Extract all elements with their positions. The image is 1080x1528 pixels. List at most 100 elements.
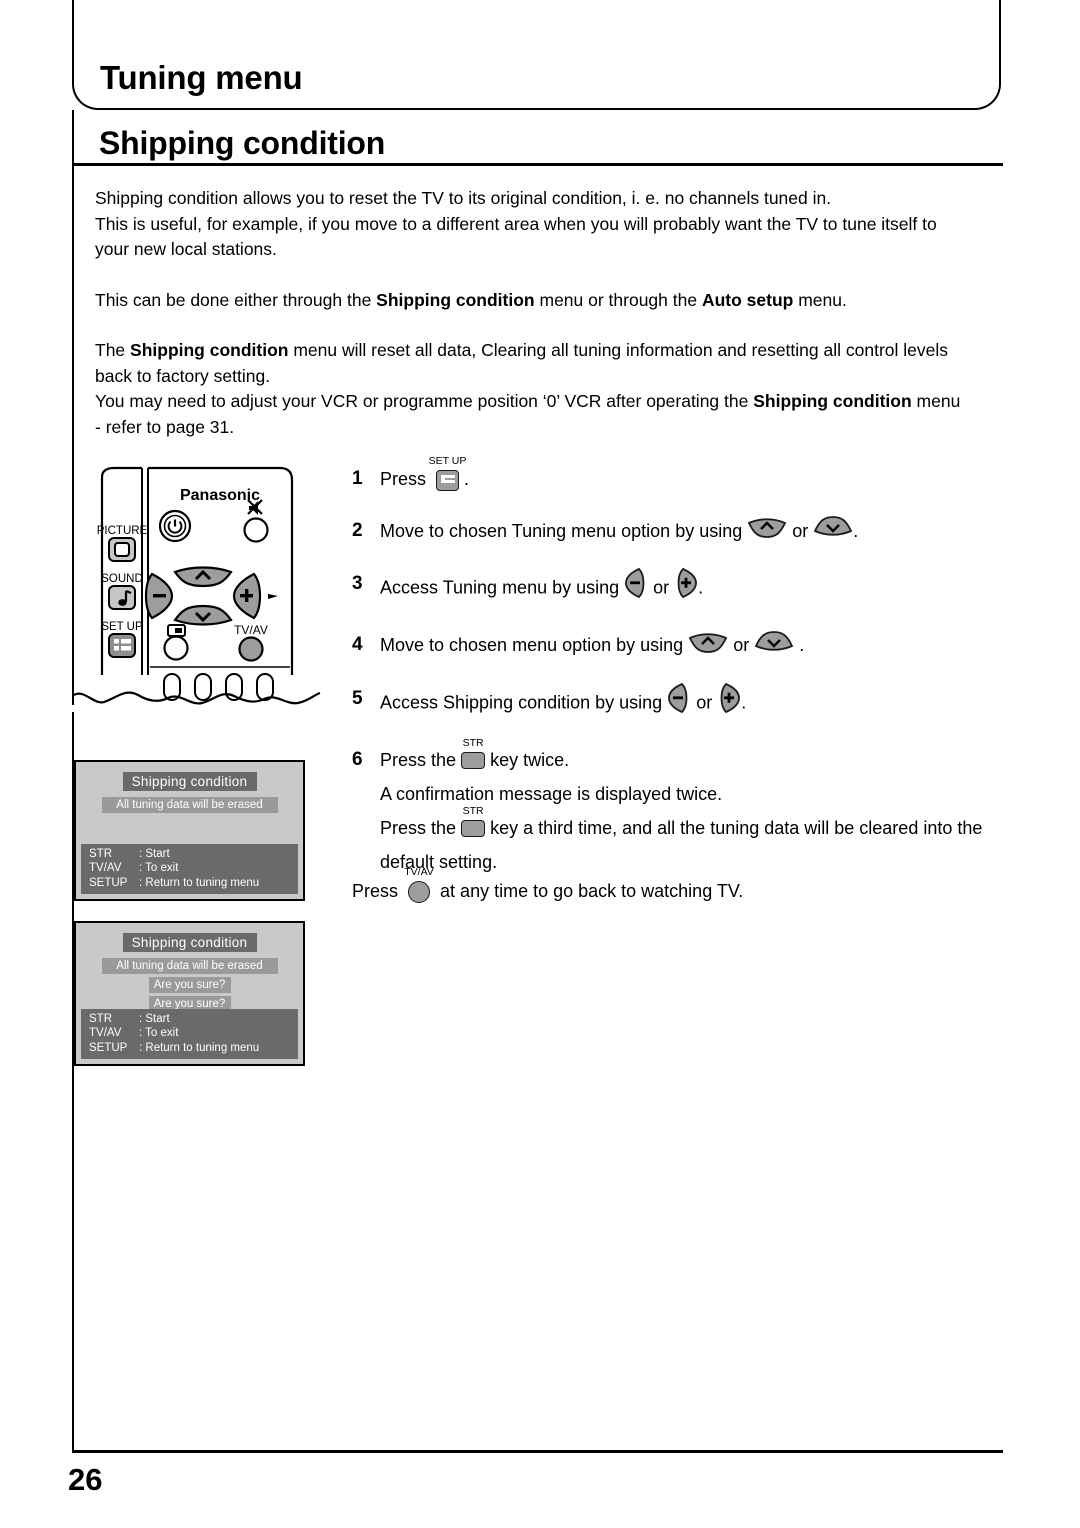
step-4-line: Move to chosen menu option by using or . bbox=[380, 628, 1017, 663]
plus-button-icon bbox=[717, 682, 741, 725]
tail-note: Press TV/AV at any time to go back to wa… bbox=[352, 867, 744, 908]
osd2-footer-value: : To exit bbox=[139, 1027, 179, 1039]
para2-post-text: menu. bbox=[793, 289, 847, 310]
remote-tvav-label: TV/AV bbox=[234, 623, 268, 637]
setup-button-icon bbox=[436, 469, 460, 491]
footer-rule bbox=[72, 1450, 1003, 1453]
intro-paragraph-2: This can be done either through the Ship… bbox=[95, 288, 1010, 314]
remote-setup-label: SET UP bbox=[101, 621, 143, 633]
str-button-icon bbox=[461, 820, 486, 838]
osd2-footer-value: : Start bbox=[139, 1012, 170, 1025]
step-5: 5 Access Shipping condition by using or … bbox=[352, 682, 1017, 725]
osd2-footer-key: TV/AV bbox=[89, 1027, 122, 1039]
osd2-footer-row: SETUP : Return to tuning menu bbox=[89, 1041, 298, 1056]
step-6-number: 6 bbox=[352, 748, 363, 770]
osd2-inner: Shipping condition All tuning data will … bbox=[76, 923, 303, 1064]
step-2-number: 2 bbox=[352, 520, 363, 541]
osd1-footer-row: SETUP : Return to tuning menu bbox=[89, 876, 298, 891]
tvav-button-icon bbox=[408, 881, 431, 904]
step-1-pre-text: Press bbox=[380, 469, 427, 489]
down-arrow-button-icon bbox=[813, 515, 853, 549]
para4-post-text: menu bbox=[911, 391, 961, 411]
intro-paragraph-3: The Shipping condition menu will reset a… bbox=[95, 338, 1010, 364]
step-4-number: 4 bbox=[352, 634, 363, 656]
step-4: 4 Move to chosen menu option by using or… bbox=[352, 628, 1017, 663]
step-2: 2 Move to chosen Tuning menu option by u… bbox=[352, 514, 1017, 549]
chapter-title: Tuning menu bbox=[100, 59, 303, 96]
para3-bold-shipping-condition: Shipping condition bbox=[130, 340, 289, 360]
intro-paragraph-4: You may need to adjust your VCR or progr… bbox=[95, 389, 1010, 415]
str-key-caption: STR bbox=[462, 805, 484, 818]
osd2-footer-key: STR bbox=[89, 1012, 112, 1025]
section-underline bbox=[72, 163, 1003, 166]
osd1-message: All tuning data will be erased bbox=[101, 797, 278, 813]
remote-sound-label: SOUND bbox=[101, 573, 143, 585]
osd-screen-second-confirmation: Shipping condition All tuning data will … bbox=[74, 921, 305, 1066]
para4-pre-text: You may need to adjust your VCR or progr… bbox=[95, 391, 754, 411]
osd1-footer-value: : Start bbox=[139, 847, 170, 860]
step-3-body: Access Tuning menu by using or . bbox=[380, 567, 1017, 610]
step-5-pre-text: Access Shipping condition by using bbox=[380, 691, 663, 712]
remote-picture-label: PICTURE bbox=[97, 525, 148, 537]
tail-note-pre-text: Press bbox=[352, 881, 399, 901]
osd2-confirm-1: Are you sure? bbox=[148, 977, 231, 993]
osd-screen-first-confirmation: Shipping condition All tuning data will … bbox=[74, 760, 305, 901]
para3-post-text: menu will reset all data, Clearing all t… bbox=[288, 340, 948, 360]
step-6-post-text: key twice. bbox=[490, 749, 570, 770]
osd2-footer-key: SETUP bbox=[89, 1041, 128, 1054]
step-1-number: 1 bbox=[352, 468, 363, 489]
osd1-footer-row: TV/AV: To exit bbox=[89, 861, 298, 876]
osd2-footer-value: : Return to tuning menu bbox=[139, 1041, 260, 1054]
up-arrow-button-icon bbox=[747, 515, 787, 549]
step-4-or-text: or bbox=[733, 635, 750, 656]
step-2-body: Move to chosen Tuning menu option by usi… bbox=[380, 514, 1017, 549]
step-4-pre-text: Move to chosen menu option by using bbox=[380, 635, 684, 656]
step-1-line: Press SET UP . bbox=[380, 455, 1017, 496]
up-arrow-button-icon bbox=[688, 630, 728, 664]
step-5-body: Access Shipping condition by using or . bbox=[380, 682, 1017, 725]
step-6: 6 Press the STR key twice. A confirmatio… bbox=[352, 738, 1017, 879]
step-3-line: Access Tuning menu by using or . bbox=[380, 567, 1017, 610]
step-6-line-1: Press the STR key twice. bbox=[380, 738, 1017, 777]
osd1-footer-value: : To exit bbox=[139, 862, 179, 874]
osd1-footer-value: : Return to tuning menu bbox=[139, 876, 260, 889]
osd2-title: Shipping condition bbox=[122, 933, 257, 952]
step-2-or-text: or bbox=[792, 521, 809, 541]
str-button-icon bbox=[461, 752, 486, 770]
step-5-post-text: . bbox=[741, 691, 747, 712]
step-2-pre-text: Move to chosen Tuning menu option by usi… bbox=[380, 521, 743, 541]
osd2-message: All tuning data will be erased bbox=[101, 958, 278, 974]
osd1-title: Shipping condition bbox=[122, 772, 257, 791]
step-6-line3-post-text: key a third time, and all the tuning dat… bbox=[490, 817, 983, 838]
step-6-line-3: Press the STR key a third time, and all … bbox=[380, 806, 1017, 845]
manual-page: Tuning menu Shipping condition Shipping … bbox=[0, 0, 1080, 1528]
osd1-footer-row: STR : Start bbox=[89, 847, 298, 862]
tvav-key-caption: TV/AV bbox=[404, 866, 434, 879]
intro-paragraph-1-line-3: your new local stations. bbox=[95, 239, 277, 259]
para2-bold-shipping-condition: Shipping condition bbox=[376, 289, 535, 310]
tail-note-post-text: at any time to go back to watching TV. bbox=[440, 881, 744, 901]
osd1-footer-key: STR bbox=[89, 847, 112, 860]
step-3: 3 Access Tuning menu by using or . bbox=[352, 567, 1017, 610]
step-2-line: Move to chosen Tuning menu option by usi… bbox=[380, 514, 1017, 549]
step-3-pre-text: Access Tuning menu by using bbox=[380, 577, 620, 598]
step-3-or-text: or bbox=[653, 577, 670, 598]
step-1-body: Press SET UP . bbox=[380, 455, 1017, 496]
step-5-or-text: or bbox=[696, 691, 713, 712]
para4-bold-shipping-condition: Shipping condition bbox=[753, 391, 912, 411]
step-1-post-text: . bbox=[464, 469, 470, 489]
para2-mid-text: menu or through the bbox=[534, 289, 702, 310]
intro-paragraph-1-line-2: This is useful, for example, if you move… bbox=[95, 213, 937, 234]
osd1-footer-key: SETUP bbox=[89, 876, 128, 889]
step-5-line: Access Shipping condition by using or . bbox=[380, 682, 1017, 725]
para2-bold-auto-setup: Auto setup bbox=[701, 289, 794, 310]
steps-list: 1 Press SET UP . 2 Move to chosen Tuning… bbox=[352, 455, 1017, 897]
down-arrow-button-icon bbox=[754, 630, 794, 664]
para2-pre-text: This can be done either through the bbox=[95, 289, 377, 310]
osd2-footer-row: TV/AV : To exit bbox=[89, 1026, 298, 1041]
osd2-footer-row: STR : Start bbox=[89, 1012, 298, 1027]
osd1-inner: Shipping condition All tuning data will … bbox=[76, 762, 303, 899]
minus-button-icon bbox=[624, 567, 648, 610]
